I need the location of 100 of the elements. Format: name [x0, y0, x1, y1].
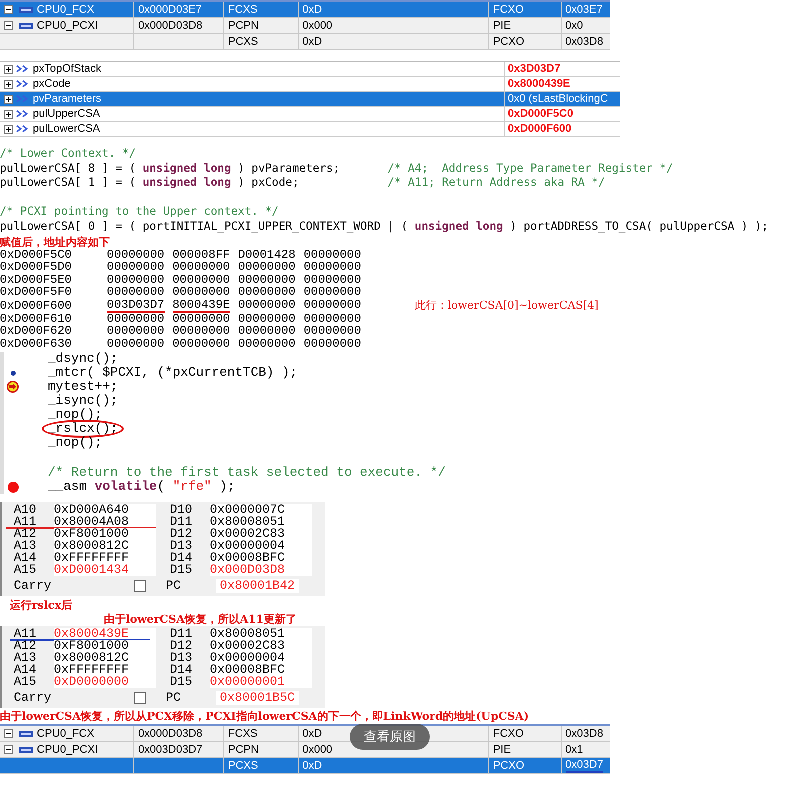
pc-value: 0x80001B42: [216, 579, 300, 594]
table-cell: PCXS: [228, 36, 258, 48]
table-cell: 0x03E7: [566, 4, 603, 16]
code-line: _dsync();: [48, 352, 118, 366]
memory-address: 0xD000F5C0: [0, 249, 74, 262]
memory-address: 0xD000F5D0: [0, 261, 74, 274]
register-value: 0x000D03D8: [210, 564, 312, 576]
carry-checkbox[interactable]: [134, 692, 146, 704]
memory-word: 00000000: [107, 261, 165, 274]
memory-word: 00000000: [107, 286, 165, 299]
memory-word: 00000000: [107, 313, 165, 326]
memory-word: 00000000: [107, 338, 165, 350]
annotation: 由于lowerCSA恢复，所以从PCX移除，PCXI指向lowerCSA的下一个，即LinkWord的地址(UpCSA): [0, 710, 530, 724]
memory-word: 00000000: [107, 325, 165, 338]
memory-word: 00000000: [107, 249, 165, 262]
memory-word: 00000000: [304, 249, 362, 262]
expand-toggle-icon[interactable]: [4, 64, 13, 74]
register-name: D12: [170, 640, 194, 652]
memory-word: 00000000: [172, 338, 230, 350]
variable-row[interactable]: pulLowerCSA 0xD000F600: [0, 122, 620, 137]
table-cell: FCXO: [493, 728, 524, 740]
collapse-toggle-icon[interactable]: [4, 729, 13, 738]
memory-word: D0001428: [238, 249, 296, 262]
register-icon: [19, 6, 33, 12]
table-cell: FCXS: [228, 728, 258, 740]
variable-row[interactable]: pulUpperCSA 0xD000F5C0: [0, 107, 620, 122]
table-cell: 0x03D8: [566, 728, 604, 740]
chevrons-icon: [16, 110, 30, 118]
memory-word: 00000000: [238, 261, 296, 274]
register-value: 0x80008051: [210, 628, 312, 640]
annotation: 由于lowerCSA恢复，所以A11更新了: [104, 614, 298, 626]
table-cell: PCXS: [228, 760, 258, 772]
memory-word: 00000000: [172, 325, 230, 338]
breakpoint-icon[interactable]: [8, 482, 18, 493]
memory-word: 00000000: [238, 286, 296, 299]
collapse-toggle-icon[interactable]: [4, 5, 13, 14]
memory-word: 00000000: [238, 325, 296, 338]
register-value: 0xF8001000: [54, 640, 156, 652]
register-name: A13: [14, 540, 38, 552]
memory-word: 00000000: [304, 325, 362, 338]
carry-checkbox[interactable]: [134, 580, 146, 592]
expand-toggle-icon[interactable]: [4, 80, 13, 88]
memory-word: 00000000: [172, 286, 230, 299]
table-cell: PCPN: [228, 20, 259, 32]
table-cell: 0x000D03D8: [138, 728, 203, 740]
register-value: 0x00008BFC: [210, 552, 312, 564]
register-name: D13: [170, 540, 194, 552]
register-icon: [19, 22, 33, 28]
memory-word: 00000000: [238, 298, 296, 314]
register-name: D15: [170, 676, 194, 688]
memory-address: 0xD000F5E0: [0, 274, 74, 286]
register-name: CPU0_FCX: [37, 4, 94, 16]
collapse-toggle-icon[interactable]: [4, 21, 13, 30]
pc-label: PC: [166, 691, 182, 706]
annotation: 赋值后，地址内容如下: [0, 237, 111, 249]
table-cell: PCPN: [228, 744, 259, 756]
table-cell: 0xD: [302, 36, 322, 48]
code-line: _nop();: [48, 436, 103, 450]
register-icon: [19, 730, 33, 737]
variable-row[interactable]: pxTopOfStack 0x3D03D7: [0, 62, 620, 77]
register-value: 0x8000812C: [54, 540, 156, 552]
carry-label: Carry: [14, 579, 53, 594]
memory-word: 00000000: [238, 338, 296, 350]
expand-toggle-icon[interactable]: [4, 94, 13, 104]
register-name: A14: [14, 664, 38, 676]
expand-toggle-icon[interactable]: [4, 124, 13, 134]
register-name: CPU0_FCX: [37, 728, 94, 740]
carry-label: Carry: [14, 691, 53, 706]
memory-address: 0xD000F610: [0, 313, 74, 326]
table-cell: PCXO: [493, 36, 525, 48]
table-cell: 0xD: [302, 728, 322, 740]
register-value: 0x80004A08: [54, 516, 156, 528]
memory-word: 00000000: [304, 274, 362, 286]
register-name: A15: [14, 564, 38, 576]
memory-word: 00000000: [238, 274, 296, 286]
register-name: CPU0_PCXI: [37, 744, 98, 756]
register-name: D11: [170, 628, 194, 640]
memory-word: 00000000: [172, 313, 230, 326]
code-line: /* PCXI pointing to the Upper context. */: [0, 205, 280, 220]
table-cell: FCXO: [493, 4, 524, 16]
memory-word: 00000000: [304, 338, 362, 350]
register-name: A11: [14, 628, 38, 640]
view-original-button[interactable]: 查看原图: [350, 724, 430, 750]
register-value: 0xF8001000: [54, 528, 156, 540]
register-name: A12: [14, 640, 38, 652]
table-cell: 0x0: [566, 20, 584, 32]
annotation: 此行：lowerCSA[0]~lowerCAS[4]: [415, 300, 599, 312]
code-line: _nop();: [48, 408, 103, 422]
register-name: D10: [170, 504, 194, 516]
code-line: /* Lower Context. */: [0, 147, 138, 162]
memory-address: 0xD000F600: [0, 300, 74, 312]
code-line: __asm volatile( "rfe" );: [48, 480, 236, 494]
memory-word: 00000000: [172, 274, 230, 286]
memory-address: 0xD000F620: [0, 325, 74, 338]
expand-toggle-icon[interactable]: [4, 110, 13, 118]
table-cell: 0x1: [566, 744, 584, 756]
register-value: 0xD0000000: [54, 676, 156, 688]
collapse-toggle-icon[interactable]: [4, 745, 13, 754]
register-name: A12: [14, 528, 38, 540]
register-name: A10: [14, 504, 38, 516]
